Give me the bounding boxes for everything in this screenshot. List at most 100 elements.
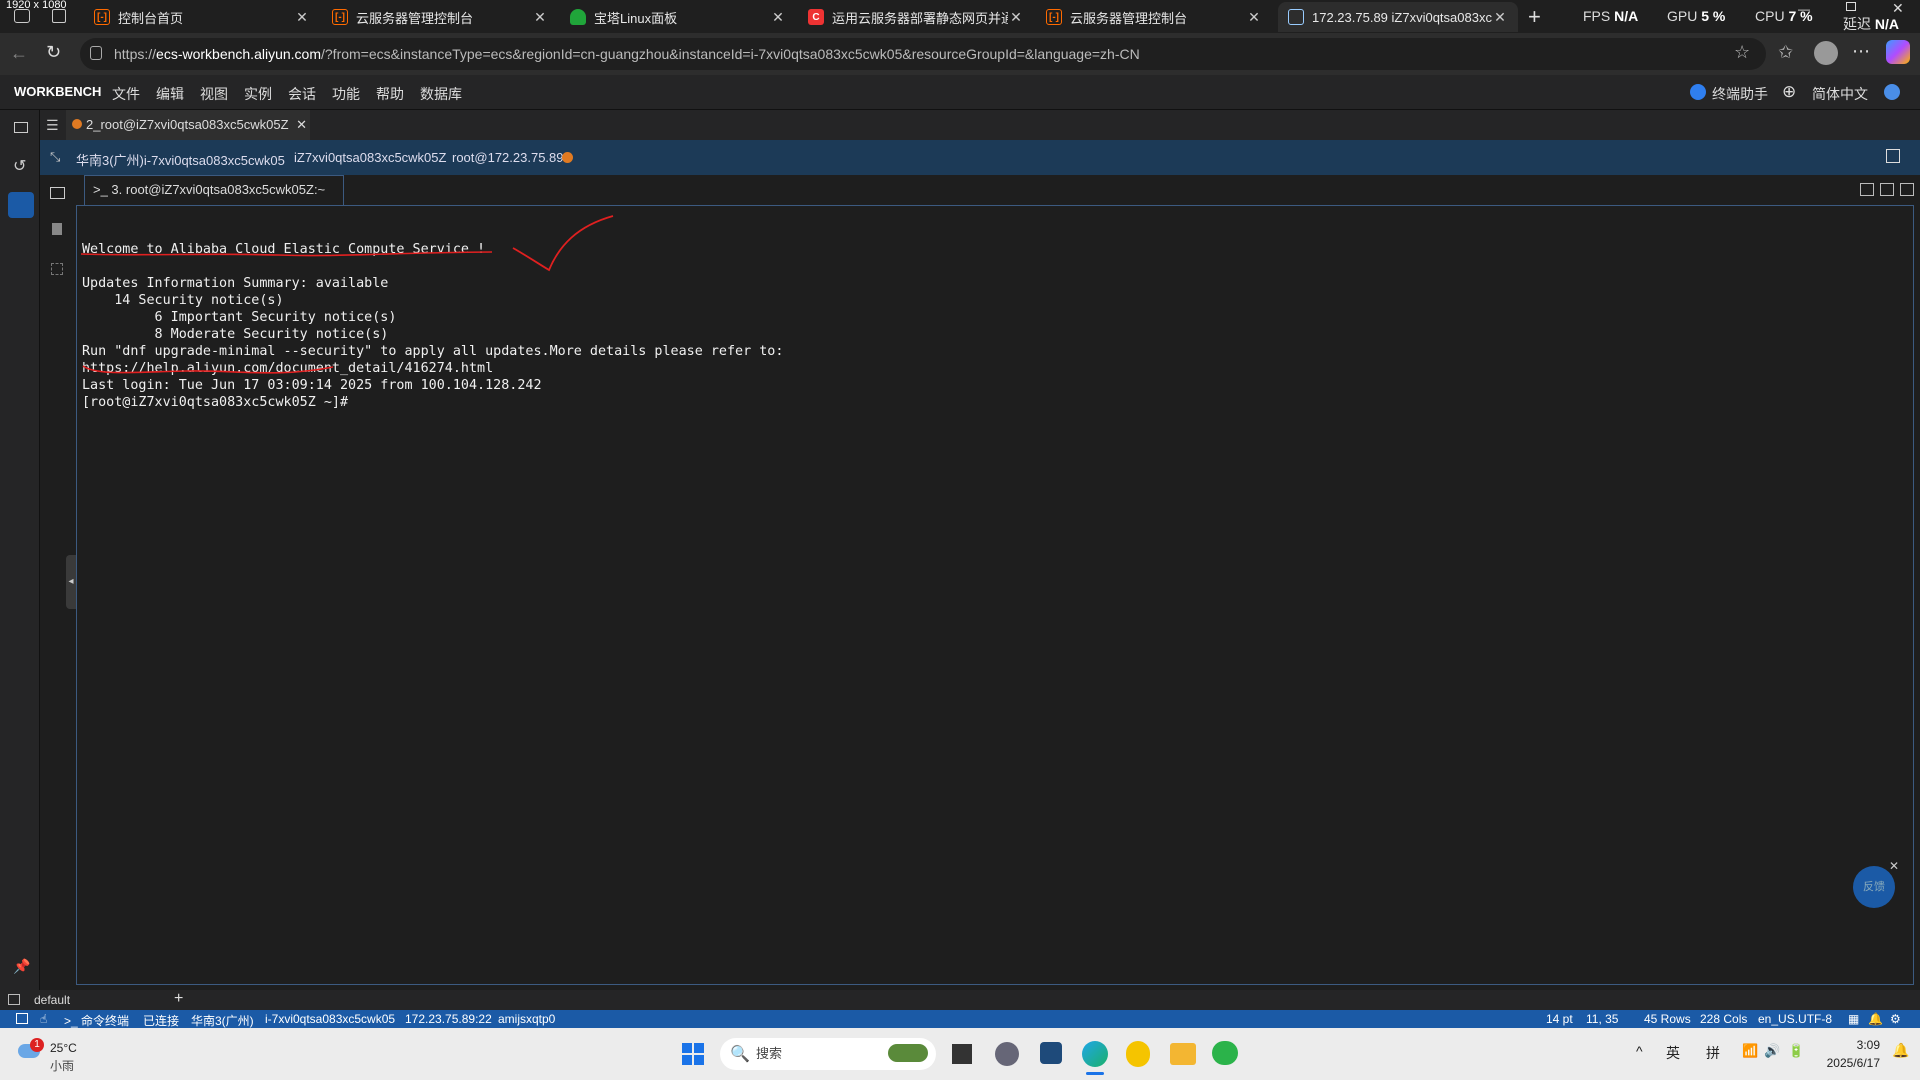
close-icon[interactable]: ✕ [296,117,307,132]
menu-instance[interactable]: 实例 [244,84,272,104]
profile-avatar[interactable] [1814,41,1838,65]
menu-view[interactable]: 视图 [200,84,228,104]
workspaces-icon[interactable] [14,9,30,23]
instances-icon[interactable] [8,192,34,218]
more-options-icon[interactable]: ⋯ [1852,41,1870,62]
favorite-star-icon[interactable]: ☆ [1734,42,1750,63]
battery-icon[interactable]: 🔋 [1788,1043,1804,1059]
app-icon-yellow[interactable] [1126,1041,1150,1067]
clock-date[interactable]: 2025/6/17 [1820,1056,1880,1070]
bell-icon[interactable]: 🔔 [1868,1012,1883,1026]
user-avatar[interactable] [1884,84,1900,100]
grid-icon[interactable] [51,263,63,275]
notification-bell-icon[interactable]: 🔔 [1892,1042,1909,1059]
edit-app-icon[interactable] [1040,1042,1062,1064]
menu-features[interactable]: 功能 [332,84,360,104]
layout-icon[interactable] [16,1013,28,1024]
chevron-up-icon[interactable]: ^ [1636,1043,1643,1059]
menu-database[interactable]: 数据库 [420,84,462,104]
font-size[interactable]: 14 pt [1546,1012,1573,1026]
file-explorer-icon[interactable] [1170,1043,1196,1065]
copilot-icon[interactable] [1886,40,1910,64]
new-tab-button[interactable]: + [1528,4,1541,30]
wechat-icon[interactable] [1212,1041,1238,1065]
folder-icon[interactable] [14,122,28,133]
ime-language[interactable]: 英 [1666,1043,1680,1063]
weather-desc: 小雨 [50,1059,75,1073]
close-icon[interactable]: ✕ [1008,9,1024,26]
baota-shield-icon [570,9,586,25]
tab-title: 宝塔Linux面板 [594,10,678,26]
terminal-assistant-button[interactable]: 终端助手 [1712,84,1768,104]
favorites-icon[interactable]: ✩ [1778,42,1793,63]
aliyun-icon: [-] [1046,9,1062,25]
activity-bar: ↺ 📌 [0,110,40,990]
browser-tab-5[interactable]: [-] 云服务器管理控制台 ✕ [1036,2,1272,32]
default-tab[interactable]: default [34,993,70,1007]
collapse-panel-handle[interactable]: ◂ [66,555,76,609]
task-view-icon[interactable] [952,1044,972,1064]
split-vertical-icon[interactable] [1880,183,1894,196]
file-icon[interactable] [52,223,62,235]
workbench-logo: WORKBENCH [14,84,102,99]
red-annotation-marks [80,215,614,374]
settings-icon[interactable]: ⚙ [1890,1012,1901,1026]
tab-title: 云服务器管理控制台 [1070,10,1188,26]
browser-tab-6-active[interactable]: 172.23.75.89 iZ7xvi0qtsa083xc5cw ✕ [1278,2,1518,32]
minimize-icon[interactable]: — [1798,2,1810,16]
globe-icon: ⊕ [1782,82,1797,101]
language-selector[interactable]: 简体中文 [1812,84,1868,104]
wifi-icon[interactable]: 📶 [1742,1043,1758,1059]
workbench-icon [1288,9,1304,25]
list-icon[interactable]: ☰ [46,117,59,134]
close-icon[interactable]: ✕ [1492,9,1508,26]
clock-time[interactable]: 3:09 [1820,1038,1880,1052]
close-window-icon[interactable]: ✕ [1892,0,1904,17]
volume-icon[interactable]: 🔊 [1764,1043,1780,1059]
maximize-icon[interactable] [1846,2,1856,11]
terminal-icon[interactable] [50,187,65,199]
edge-browser-icon[interactable] [1082,1041,1108,1067]
menu-edit[interactable]: 编辑 [156,84,184,104]
ime-mode[interactable]: 拼 [1706,1043,1720,1063]
terminal-tab[interactable]: >_ 3. root@iZ7xvi0qtsa083xc5cwk05Z:~ ✕ [84,175,344,225]
pin-icon[interactable]: 📌 [13,958,30,975]
split-horizontal-icon[interactable] [1900,183,1914,196]
close-icon[interactable]: ✕ [770,9,786,26]
status-address: 172.23.75.89:22 [405,1012,492,1026]
menu-file[interactable]: 文件 [112,84,140,104]
history-icon[interactable]: ↺ [13,156,26,176]
menu-help[interactable]: 帮助 [376,84,404,104]
site-info-icon[interactable] [90,46,102,60]
close-icon[interactable]: ✕ [532,9,548,26]
browser-tab-4[interactable]: C 运用云服务器部署静态网页并通过 ✕ [798,2,1034,32]
add-pane-icon[interactable] [1860,183,1874,196]
back-icon[interactable]: ← [10,43,28,64]
instance-hostname: iZ7xvi0qtsa083xc5cwk05Z [294,150,447,165]
terminal-pane[interactable]: Welcome to Alibaba Cloud Elastic Compute… [76,205,1914,985]
browser-tab-1[interactable]: [-] 控制台首页 ✕ [84,2,320,32]
aliyun-icon: [-] [94,9,110,25]
csdn-icon: C [808,9,824,25]
fps-readout: FPS N/A [1583,8,1639,24]
locale[interactable]: en_US.UTF-8 [1758,1012,1832,1026]
refresh-icon[interactable]: ↻ [46,42,61,63]
url-input[interactable]: https://ecs-workbench.aliyun.com/?from=e… [80,38,1766,70]
exit-icon[interactable] [1886,149,1900,163]
session-tab[interactable]: 2_root@iZ7xvi0qtsa083xc5cwk05Z ✕ [66,110,310,140]
close-icon[interactable]: ✕ [1889,859,1899,873]
grid-icon[interactable]: ▦ [1848,1012,1859,1026]
command-terminal[interactable]: >_ 命令终端 [64,1012,129,1029]
tab-actions-icon[interactable] [52,9,66,23]
menu-session[interactable]: 会话 [288,84,316,104]
close-icon[interactable]: ✕ [294,9,310,26]
fullscreen-icon[interactable]: ⤡ [50,149,60,165]
add-tab-button[interactable]: + [174,990,183,1008]
browser-tab-3[interactable]: 宝塔Linux面板 ✕ [560,2,796,32]
terminal-icon [8,994,20,1005]
browser-tab-2[interactable]: [-] 云服务器管理控制台 ✕ [322,2,558,32]
close-icon[interactable]: ✕ [1246,9,1262,26]
windows-start-icon[interactable] [682,1043,704,1065]
settings-app-icon[interactable] [995,1042,1019,1066]
instance-info-bar: ⤡ 华南3(广州)i-7xvi0qtsa083xc5cwk05 iZ7xvi0q… [40,140,1920,175]
